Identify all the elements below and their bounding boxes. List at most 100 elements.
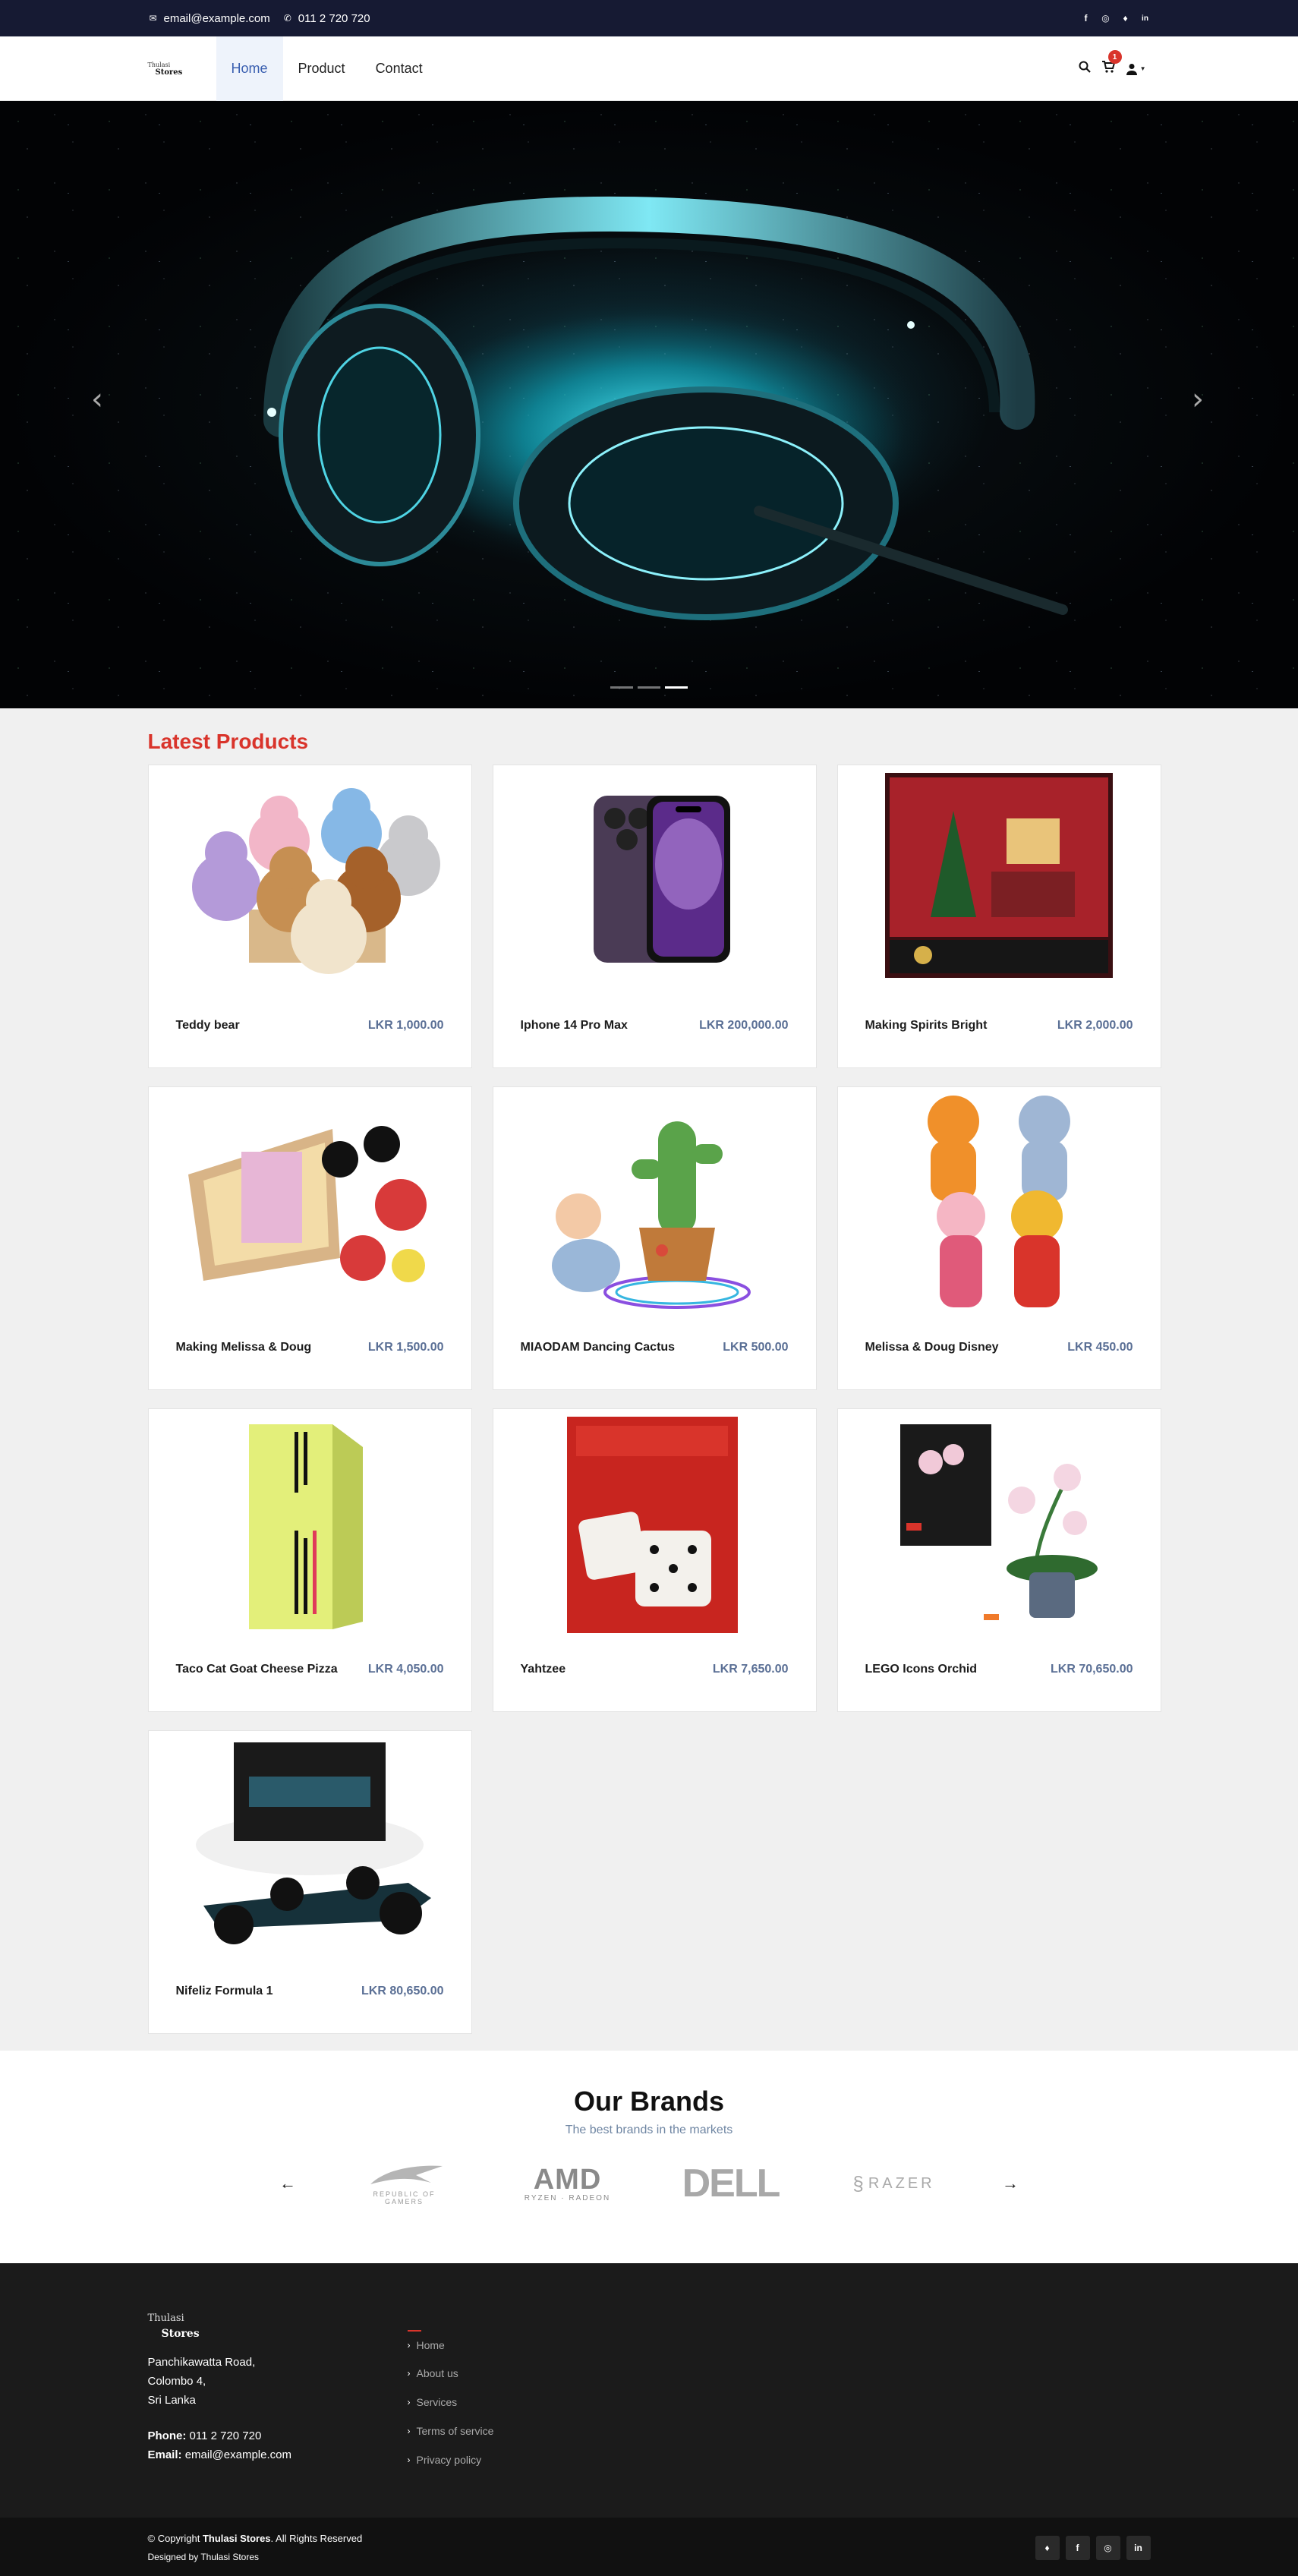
product-name[interactable]: Yahtzee — [521, 1663, 566, 1676]
carousel-indicator-2[interactable] — [638, 686, 660, 689]
product-price: LKR 7,650.00 — [712, 1663, 789, 1676]
product-price: LKR 80,650.00 — [361, 1985, 444, 1997]
product-card[interactable]: Iphone 14 Pro Max LKR 200,000.00 — [492, 765, 817, 1068]
product-card[interactable]: Melissa & Doug Disney LKR 450.00 — [836, 1086, 1161, 1390]
email-value[interactable]: email@example.com — [185, 2448, 291, 2461]
carousel-indicator-3[interactable] — [665, 686, 688, 689]
product-name[interactable]: Melissa & Doug Disney — [865, 1341, 999, 1354]
product-price: LKR 200,000.00 — [699, 1019, 789, 1032]
footer-link-services[interactable]: › Services — [408, 2388, 494, 2417]
product-name[interactable]: Iphone 14 Pro Max — [521, 1019, 628, 1033]
product-name[interactable]: MIAODAM Dancing Cactus — [521, 1341, 676, 1354]
user-menu[interactable]: ▼ — [1126, 63, 1146, 75]
cart-count-badge: 1 — [1107, 50, 1122, 64]
product-name[interactable]: Teddy bear — [176, 1019, 240, 1033]
product-name[interactable]: Nifeliz Formula 1 — [176, 1985, 273, 1998]
razer-text: RAZER — [868, 2174, 935, 2192]
footer-link-privacy[interactable]: › Privacy policy — [408, 2445, 494, 2474]
product-card[interactable]: Teddy bear LKR 1,000.00 — [147, 765, 472, 1068]
logo-line2: Stores — [155, 68, 183, 77]
cart-button[interactable]: 1 — [1101, 50, 1122, 77]
brands-subtitle: The best brands in the markets — [565, 2124, 733, 2136]
facebook-icon[interactable]: f — [1065, 2536, 1090, 2560]
footer-logo[interactable]: Thulasi Stores — [148, 2309, 408, 2344]
chevron-right-icon: › — [407, 2397, 411, 2407]
brands-next-button[interactable]: → — [1002, 2174, 1019, 2193]
footer-link-label: About us — [416, 2367, 458, 2379]
twitter-icon[interactable]: ♦ — [1035, 2536, 1060, 2560]
amd-text: AMD — [533, 2163, 602, 2196]
brands-section: Our Brands The best brands in the market… — [0, 2051, 1298, 2263]
carousel-prev-button[interactable]: ‹ — [91, 382, 103, 417]
chevron-right-icon: › — [407, 2340, 411, 2351]
copyright-brand: Thulasi Stores — [202, 2533, 271, 2544]
product-price: LKR 70,650.00 — [1050, 1663, 1133, 1676]
nav-product[interactable]: Product — [283, 36, 361, 101]
lego-orchid-image — [838, 1409, 1161, 1637]
main-nav: Home Product Contact — [216, 36, 438, 101]
facebook-icon[interactable]: f — [1081, 13, 1092, 24]
dell-logo[interactable]: DELL — [676, 2155, 786, 2212]
product-name[interactable]: Making Spirits Bright — [865, 1019, 988, 1033]
product-price: LKR 2,000.00 — [1057, 1019, 1133, 1032]
chevron-right-icon: › — [407, 2426, 411, 2436]
product-card[interactable]: Making Melissa & Doug LKR 1,500.00 — [147, 1086, 472, 1390]
linkedin-icon[interactable]: in — [1126, 2536, 1151, 2560]
instagram-icon[interactable]: ◎ — [1101, 13, 1111, 24]
carousel-indicator-1[interactable] — [610, 686, 633, 689]
chevron-right-icon: › — [407, 2368, 411, 2379]
hero-carousel: ‹ › — [0, 101, 1298, 708]
product-price: LKR 1,000.00 — [367, 1019, 444, 1032]
yahtzee-box-image — [493, 1409, 816, 1637]
nav-home[interactable]: Home — [216, 36, 283, 101]
dell-text: DELL — [682, 2161, 781, 2206]
footer-social: ♦ f ◎ in — [1035, 2536, 1151, 2560]
footer-contact: Thulasi Stores Panchikawatta Road, Colom… — [148, 2309, 408, 2474]
phone-icon: ✆ — [283, 13, 291, 24]
address-line1: Panchikawatta Road, — [147, 2356, 256, 2369]
product-name[interactable]: Taco Cat Goat Cheese Pizza — [176, 1663, 338, 1676]
footer-link-about[interactable]: › About us — [408, 2359, 494, 2388]
product-card[interactable]: MIAODAM Dancing Cactus LKR 500.00 — [492, 1086, 817, 1390]
linkedin-icon[interactable]: in — [1140, 13, 1151, 24]
phone-text: 011 2 720 720 — [298, 11, 370, 25]
instagram-icon[interactable]: ◎ — [1095, 2536, 1120, 2560]
phone-label: Phone: — [147, 2429, 187, 2442]
product-name[interactable]: LEGO Icons Orchid — [865, 1663, 978, 1676]
headphones-image — [263, 196, 1068, 620]
dancing-cactus-image — [493, 1087, 816, 1315]
footer-link-home[interactable]: › Home — [407, 2330, 445, 2359]
product-card[interactable]: LEGO Icons Orchid LKR 70,650.00 — [836, 1408, 1161, 1712]
envelope-icon: ✉ — [149, 13, 157, 24]
site-logo[interactable]: Thulasi Stores — [148, 54, 184, 84]
footer-link-label: Terms of service — [416, 2425, 494, 2437]
brands-title: Our Brands — [573, 2086, 725, 2117]
email-contact[interactable]: ✉ email@example.com — [148, 11, 270, 25]
rog-text-top: REPUBLIC OF — [373, 2190, 436, 2198]
razer-logo[interactable]: § RAZER — [839, 2155, 949, 2212]
chevron-down-icon: ▼ — [1139, 65, 1146, 72]
rog-logo[interactable]: REPUBLIC OF GAMERS — [349, 2155, 459, 2212]
carousel-next-button[interactable]: › — [1192, 382, 1204, 417]
footer: Thulasi Stores Panchikawatta Road, Colom… — [0, 2263, 1298, 2518]
amd-logo[interactable]: AMD RYZEN · RADEON — [512, 2155, 622, 2212]
phone-contact[interactable]: ✆ 011 2 720 720 — [282, 12, 370, 25]
product-card[interactable]: Yahtzee LKR 7,650.00 — [492, 1408, 817, 1712]
copyright-suffix: . All Rights Reserved — [270, 2533, 363, 2544]
product-card[interactable]: Taco Cat Goat Cheese Pizza LKR 4,050.00 — [147, 1408, 472, 1712]
product-price: LKR 500.00 — [723, 1341, 789, 1354]
product-name[interactable]: Making Melissa & Doug — [176, 1341, 312, 1354]
logo-line1: Thulasi — [147, 61, 171, 68]
twitter-icon[interactable]: ♦ — [1120, 13, 1131, 24]
email-text: email@example.com — [163, 11, 270, 25]
search-icon[interactable] — [1079, 61, 1091, 77]
phone-value[interactable]: 011 2 720 720 — [190, 2429, 262, 2442]
email-label: Email: — [147, 2448, 182, 2461]
product-card[interactable]: Nifeliz Formula 1 LKR 80,650.00 — [147, 1730, 472, 2034]
razer-snake-icon: § — [852, 2171, 864, 2195]
brands-carousel: ← REPUBLIC OF GAMERS AMD RYZEN · RADEON … — [0, 2155, 1298, 2212]
product-card[interactable]: Making Spirits Bright LKR 2,000.00 — [836, 765, 1161, 1068]
nav-contact[interactable]: Contact — [361, 36, 438, 101]
brands-prev-button[interactable]: ← — [279, 2174, 296, 2193]
footer-link-terms[interactable]: › Terms of service — [408, 2417, 494, 2445]
